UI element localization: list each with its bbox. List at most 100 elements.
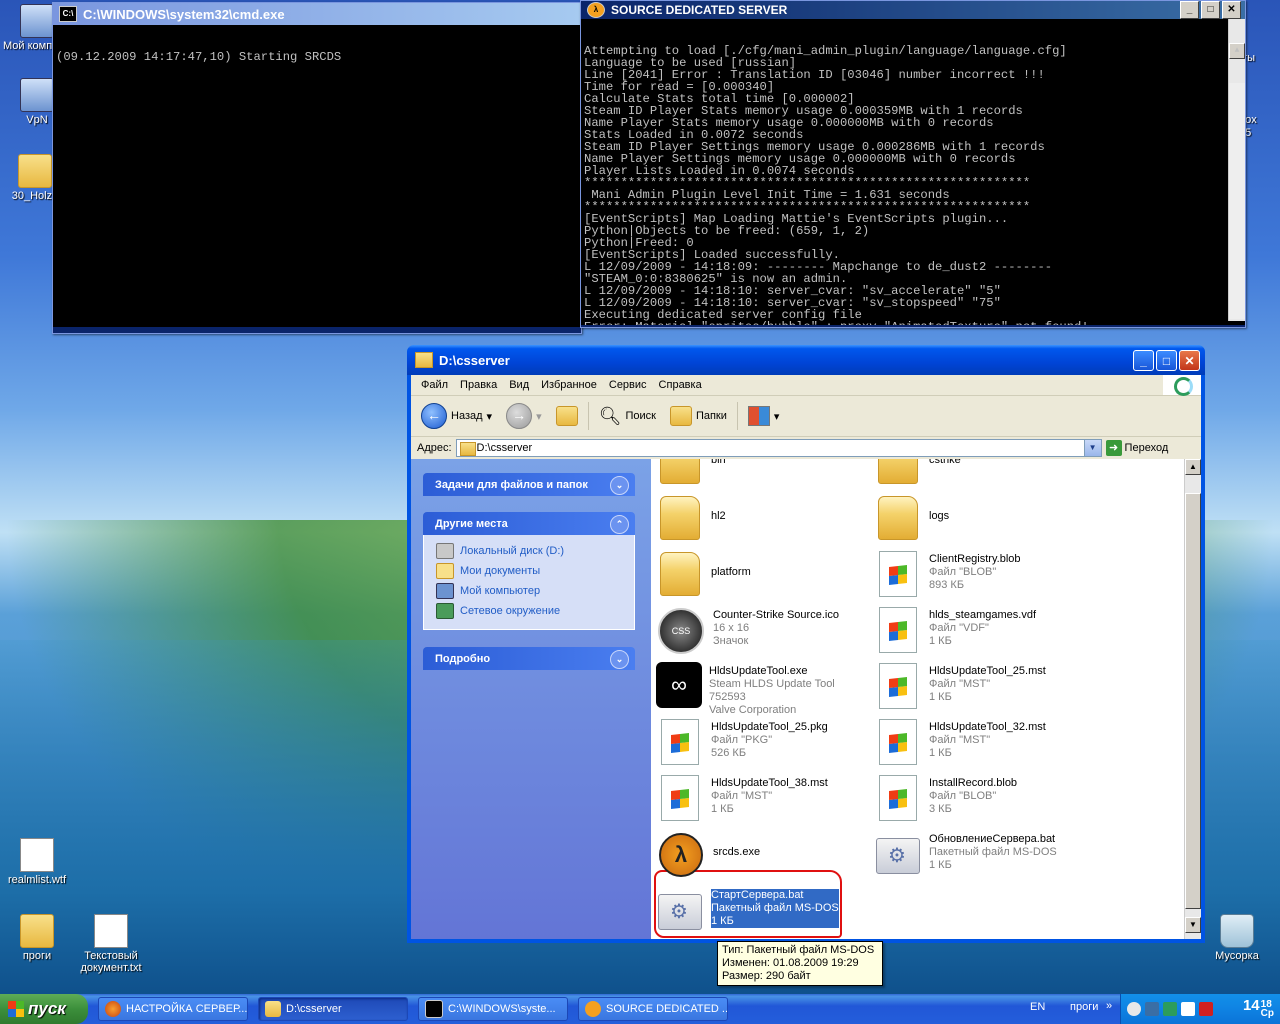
back-button[interactable]: ← Назад ▾ — [417, 401, 496, 431]
windows-file-icon — [879, 551, 917, 597]
windows-file-icon — [879, 607, 917, 653]
file-item[interactable]: platform — [655, 549, 873, 601]
file-item[interactable]: λ srcds.exe — [655, 829, 873, 881]
scroll-down-arrow[interactable]: ▼ — [1185, 917, 1201, 933]
network-icon — [20, 78, 54, 112]
file-item[interactable]: СтартСервера.batПакетный файл MS-DOS1 КБ — [655, 885, 873, 937]
file-item[interactable]: CSS Counter-Strike Source.ico 16 x 16 Значо… — [655, 605, 873, 657]
panel-other-places-header[interactable]: Другие места ⌃ — [423, 512, 635, 535]
file-item[interactable]: HldsUpdateTool_38.mst Файл "MST" 1 КБ — [655, 773, 873, 825]
maximize-button[interactable]: □ — [1156, 350, 1177, 371]
file-size: 1 КБ — [929, 747, 952, 759]
console-line: (09.12.2009 14:17:47,10) Starting SRCDS — [56, 50, 342, 64]
file-list[interactable]: bin cstrike hl2 logs platform ClientRegistry.… — [651, 459, 1185, 939]
panel-details[interactable]: Подробно ⌄ — [423, 647, 635, 670]
chevron-down-icon[interactable]: ⌄ — [610, 476, 629, 495]
up-folder-button[interactable] — [552, 404, 582, 428]
minimize-button[interactable]: _ — [1133, 350, 1154, 371]
file-item[interactable]: HldsUpdateTool_25.mst Файл "MST" 1 КБ — [873, 661, 1091, 713]
desktop-icon-text-document[interactable]: Текстовый документ.txt — [76, 914, 146, 974]
clock[interactable]: 14 18 Ср — [1243, 998, 1274, 1019]
network-icon[interactable] — [1145, 1002, 1159, 1016]
minimize-button[interactable]: _ — [1180, 1, 1199, 19]
computer-icon — [436, 583, 454, 599]
views-button[interactable]: ▾ — [744, 404, 784, 428]
menu-favorites[interactable]: Избранное — [535, 379, 603, 391]
maximize-button[interactable]: □ — [1201, 1, 1220, 19]
tray-arrow-icon[interactable] — [1127, 1002, 1141, 1016]
windows-file-icon — [661, 775, 699, 821]
place-link-local-disk[interactable]: Локальный диск (D:) — [436, 541, 634, 561]
file-item[interactable]: logs — [873, 493, 1091, 545]
place-link-my-computer[interactable]: Мой компьютер — [436, 581, 634, 601]
panel-details-header[interactable]: Подробно ⌄ — [423, 647, 635, 670]
file-type: Файл "MST" — [929, 734, 991, 746]
srcds-scrollbar[interactable]: ▲ ▼ — [1228, 19, 1245, 321]
close-button[interactable]: ✕ — [1222, 1, 1241, 19]
file-item[interactable]: bin — [655, 459, 873, 489]
search-button[interactable]: 🔍︎ Поиск — [595, 404, 660, 429]
place-link-label: Локальный диск (D:) — [460, 545, 565, 557]
address-input[interactable]: D:\csserver ▼ — [455, 439, 1102, 457]
desktop-icon-recycle-bin[interactable]: Мусорка — [1202, 914, 1272, 962]
menu-file[interactable]: Файл — [415, 379, 454, 391]
expand-arrow-icon[interactable]: » — [1106, 1000, 1112, 1012]
menu-help[interactable]: Справка — [653, 379, 708, 391]
forward-button[interactable]: → ▾ — [502, 401, 546, 431]
file-item[interactable]: ОбновлениеСервера.batПакетный файл MS-DO… — [873, 829, 1091, 881]
menu-view[interactable]: Вид — [503, 379, 535, 391]
file-item[interactable]: hl2 — [655, 493, 873, 545]
task-button-explorer[interactable]: D:\csserver — [258, 997, 408, 1021]
explorer-window[interactable]: D:\csserver _ □ ✕ Файл Правка Вид Избран… — [407, 345, 1205, 943]
file-item[interactable]: ClientRegistry.blob Файл "BLOB" 893 КБ — [873, 549, 1091, 601]
file-item[interactable]: HldsUpdateTool_32.mst Файл "MST" 1 КБ — [873, 717, 1091, 769]
warning-icon[interactable] — [1199, 1002, 1213, 1016]
place-link-network[interactable]: Сетевое окружение — [436, 601, 634, 621]
panel-other-places[interactable]: Другие места ⌃ Локальный диск (D:) Мои д… — [423, 512, 635, 630]
task-button-browser[interactable]: НАСТРОЙКА СЕРВЕР... — [98, 997, 248, 1021]
app-tray-icon[interactable] — [1163, 1002, 1177, 1016]
task-pane: Задачи для файлов и папок ⌄ Другие места… — [411, 459, 651, 939]
batch-file-icon — [658, 894, 702, 930]
menu-edit[interactable]: Правка — [454, 379, 503, 391]
quick-folder-label[interactable]: проги — [1070, 1001, 1098, 1013]
dropdown-arrow-icon[interactable]: ▾ — [487, 410, 493, 423]
chevron-up-icon[interactable]: ⌃ — [610, 515, 629, 534]
explorer-title-bar[interactable]: D:\csserver _ □ ✕ — [407, 345, 1205, 375]
file-item[interactable]: HldsUpdateTool_25.pkg Файл "PKG" 526 КБ — [655, 717, 873, 769]
file-item[interactable]: hlds_steamgames.vdf Файл "VDF" 1 КБ — [873, 605, 1091, 657]
clock-day: Ср — [1260, 1008, 1274, 1019]
tooltip-type: Тип: Пакетный файл MS-DOS — [722, 944, 875, 956]
file-item[interactable]: InstallRecord.blob Файл "BLOB" 3 КБ — [873, 773, 1091, 825]
close-button[interactable]: ✕ — [1179, 350, 1200, 371]
file-item[interactable]: ∞ HldsUpdateTool.exe Steam HLDS Update Too… — [655, 661, 873, 716]
desktop-icon-realmlist[interactable]: realmlist.wtf — [2, 838, 72, 886]
srcds-console-output[interactable]: Attempting to load [./cfg/mani_admin_plu… — [581, 19, 1245, 325]
scroll-up-arrow[interactable]: ▲ — [1229, 43, 1245, 59]
srcds-window[interactable]: λ SOURCE DEDICATED SERVER _ □ ✕ Attempti… — [580, 0, 1246, 328]
file-list-scrollbar[interactable]: ▲ ▼ — [1184, 459, 1201, 939]
task-button-cmd[interactable]: C:\WINDOWS\syste... — [418, 997, 568, 1021]
file-item[interactable]: cstrike — [873, 459, 1091, 489]
scroll-up-arrow[interactable]: ▲ — [1185, 459, 1201, 475]
start-button[interactable]: пуск — [0, 994, 88, 1024]
file-type: Пакетный файл MS-DOS — [929, 846, 1057, 858]
srcds-title-bar[interactable]: λ SOURCE DEDICATED SERVER _ □ ✕ — [581, 1, 1245, 19]
chevron-down-icon[interactable]: ⌄ — [610, 650, 629, 669]
menu-tools[interactable]: Сервис — [603, 379, 653, 391]
place-link-my-documents[interactable]: Мои документы — [436, 561, 634, 581]
folders-label: Папки — [695, 410, 727, 422]
desktop-icon-progi[interactable]: проги — [2, 914, 72, 962]
go-button[interactable]: ➜ Переход — [1105, 440, 1168, 456]
task-button-srcds[interactable]: SOURCE DEDICATED ... — [578, 997, 728, 1021]
folders-button[interactable]: Папки — [666, 404, 731, 428]
cmd-window[interactable]: C:\ C:\WINDOWS\system32\cmd.exe (09.12.2… — [52, 2, 582, 334]
panel-tasks-header[interactable]: Задачи для файлов и папок ⌄ — [423, 473, 635, 496]
disk-icon[interactable] — [1181, 1002, 1195, 1016]
cmd-console-output[interactable]: (09.12.2009 14:17:47,10) Starting SRCDS — [53, 25, 581, 327]
language-indicator[interactable]: EN — [1030, 1001, 1045, 1013]
scroll-thumb[interactable] — [1185, 493, 1201, 909]
cmd-title-bar[interactable]: C:\ C:\WINDOWS\system32\cmd.exe — [53, 3, 581, 25]
panel-tasks[interactable]: Задачи для файлов и папок ⌄ — [423, 473, 635, 496]
address-dropdown-icon[interactable]: ▼ — [1083, 440, 1101, 456]
